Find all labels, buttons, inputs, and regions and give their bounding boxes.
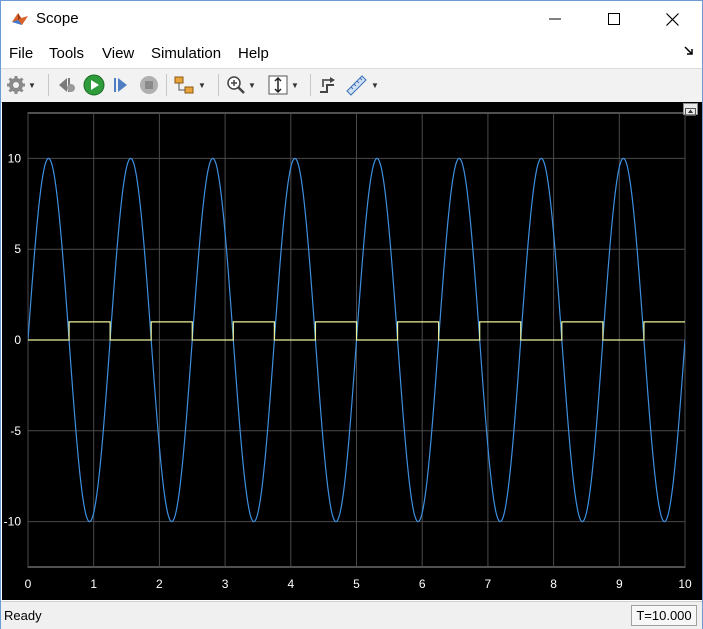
y-tick-label: 10 [8,151,22,165]
toolbar-separator [310,74,311,96]
bring-forward-button[interactable] [317,73,337,97]
maximize-icon [608,13,620,25]
menu-tools[interactable]: Tools [49,45,84,62]
status-bar: Ready T=10.000 [1,601,702,629]
y-tick-label: 5 [14,242,21,256]
menu-simulation[interactable]: Simulation [151,45,221,62]
chevron-down-icon[interactable]: ▼ [291,81,299,90]
toolbar: ▼ ▼ ▼ ▼ ▼ [1,68,702,103]
step-forward-button[interactable] [111,73,131,97]
y-tick-label: -10 [4,515,22,529]
x-tick-label: 9 [616,577,623,591]
cursor-measurements-button[interactable]: ▼ [345,73,379,97]
configuration-button[interactable]: ▼ [6,73,36,97]
x-tick-label: 10 [678,577,692,591]
scope-plot: 0 1 2 3 4 5 6 7 8 9 10 -10 -5 0 5 10 [4,112,692,591]
status-text: Ready [4,608,42,623]
stop-button[interactable] [139,73,159,97]
zoom-in-icon [227,76,245,94]
bring-forward-icon [320,77,335,93]
x-tick-label: 3 [222,577,229,591]
matlab-logo-icon [12,13,28,25]
title-bar: Scope [1,1,702,37]
x-tick-label: 7 [485,577,492,591]
x-tick-label: 0 [25,577,32,591]
play-icon [83,74,105,96]
simulation-time: T=10.000 [631,605,697,626]
scope-display[interactable]: 0 1 2 3 4 5 6 7 8 9 10 -10 -5 0 5 10 [2,102,702,600]
close-button[interactable] [643,1,701,37]
chevron-down-icon[interactable]: ▼ [198,81,206,90]
toolbar-separator [48,74,49,96]
minimize-icon [549,18,561,20]
step-back-icon [59,78,75,92]
maximize-button[interactable] [585,1,643,37]
highlight-block-button[interactable]: ▼ [174,73,206,97]
scope-window: Scope File Tools View Simulation Help ▼ [0,0,703,629]
menu-view[interactable]: View [102,45,134,62]
undock-arrow-icon[interactable] [684,46,694,56]
menu-help[interactable]: Help [238,45,269,62]
x-tick-label: 8 [550,577,557,591]
y-tick-label: 0 [14,333,21,347]
menu-bar: File Tools View Simulation Help [1,37,702,67]
x-tick-label: 2 [156,577,163,591]
toolbar-separator [218,74,219,96]
gear-icon [7,76,25,94]
step-back-button[interactable] [56,73,76,97]
chevron-down-icon[interactable]: ▼ [28,81,36,90]
expand-toolstrip-button[interactable] [683,103,698,116]
scale-axes-icon [268,75,288,95]
chevron-down-icon[interactable]: ▼ [371,81,379,90]
window-title: Scope [36,10,79,27]
y-tick-label: -5 [10,424,21,438]
close-icon [665,12,679,26]
run-button[interactable] [83,73,105,97]
minimize-button[interactable] [526,1,584,37]
ruler-icon [346,75,367,96]
block-hierarchy-icon [174,76,194,94]
toolbar-separator [166,74,167,96]
scale-axes-button[interactable]: ▼ [267,73,299,97]
x-tick-label: 6 [419,577,426,591]
x-tick-label: 4 [287,577,294,591]
step-forward-icon [114,78,127,92]
x-tick-label: 1 [90,577,97,591]
stop-icon [140,76,158,94]
chevron-down-icon[interactable]: ▼ [248,81,256,90]
x-tick-label: 5 [353,577,360,591]
expand-icon [685,108,696,116]
menu-file[interactable]: File [9,45,33,62]
zoom-in-button[interactable]: ▼ [226,73,256,97]
